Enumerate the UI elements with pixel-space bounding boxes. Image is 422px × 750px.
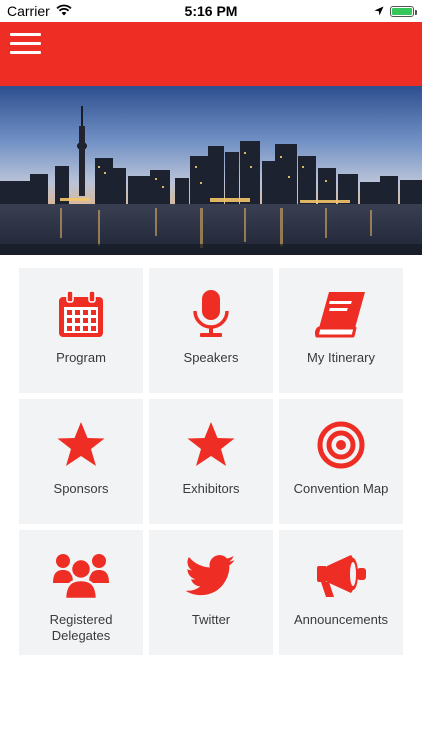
book-icon	[313, 288, 369, 340]
status-bar: Carrier 5:16 PM	[0, 0, 422, 22]
tile-sponsors[interactable]: Sponsors	[19, 399, 143, 524]
status-right	[374, 3, 417, 19]
hamburger-icon-bar	[10, 51, 41, 54]
calendar-icon	[53, 288, 109, 340]
battery-cap	[415, 9, 417, 15]
battery-icon	[390, 5, 417, 17]
battery-level	[392, 7, 412, 15]
microphone-icon	[183, 288, 239, 340]
target-icon	[313, 419, 369, 471]
tile-label: My Itinerary	[307, 350, 375, 365]
tile-label: Twitter	[191, 612, 231, 627]
tile-speakers[interactable]: Speakers	[149, 268, 273, 393]
tile-convention-map[interactable]: Convention Map	[279, 399, 403, 524]
tile-my-itinerary[interactable]: My Itinerary	[279, 268, 403, 393]
megaphone-icon	[313, 550, 369, 602]
tile-registered-delegates[interactable]: Registered Delegates	[19, 530, 143, 655]
hamburger-icon-bar	[10, 42, 41, 45]
tile-label: Sponsors	[53, 481, 109, 496]
menu-grid: Program Speakers My Itinerary Sponsors E…	[19, 268, 403, 655]
menu-button[interactable]	[10, 33, 42, 57]
star-icon	[183, 419, 239, 471]
tile-exhibitors[interactable]: Exhibitors	[149, 399, 273, 524]
tile-announcements[interactable]: Announcements	[279, 530, 403, 655]
tile-label: Announcements	[294, 612, 388, 627]
app-header	[0, 22, 422, 86]
hamburger-icon	[10, 33, 41, 36]
star-icon	[53, 419, 109, 471]
status-time: 5:16 PM	[184, 3, 238, 19]
tile-label: Exhibitors	[182, 481, 240, 496]
tile-label: Registered Delegates	[49, 612, 113, 643]
people-group-icon	[53, 550, 109, 602]
location-arrow-icon	[374, 3, 384, 19]
tile-twitter[interactable]: Twitter	[149, 530, 273, 655]
tile-program[interactable]: Program	[19, 268, 143, 393]
tile-label: Program	[56, 350, 106, 365]
tile-label: Speakers	[183, 350, 239, 365]
twitter-bird-icon	[183, 550, 239, 602]
city-skyline-image	[0, 86, 422, 255]
tile-label: Convention Map	[293, 481, 389, 496]
